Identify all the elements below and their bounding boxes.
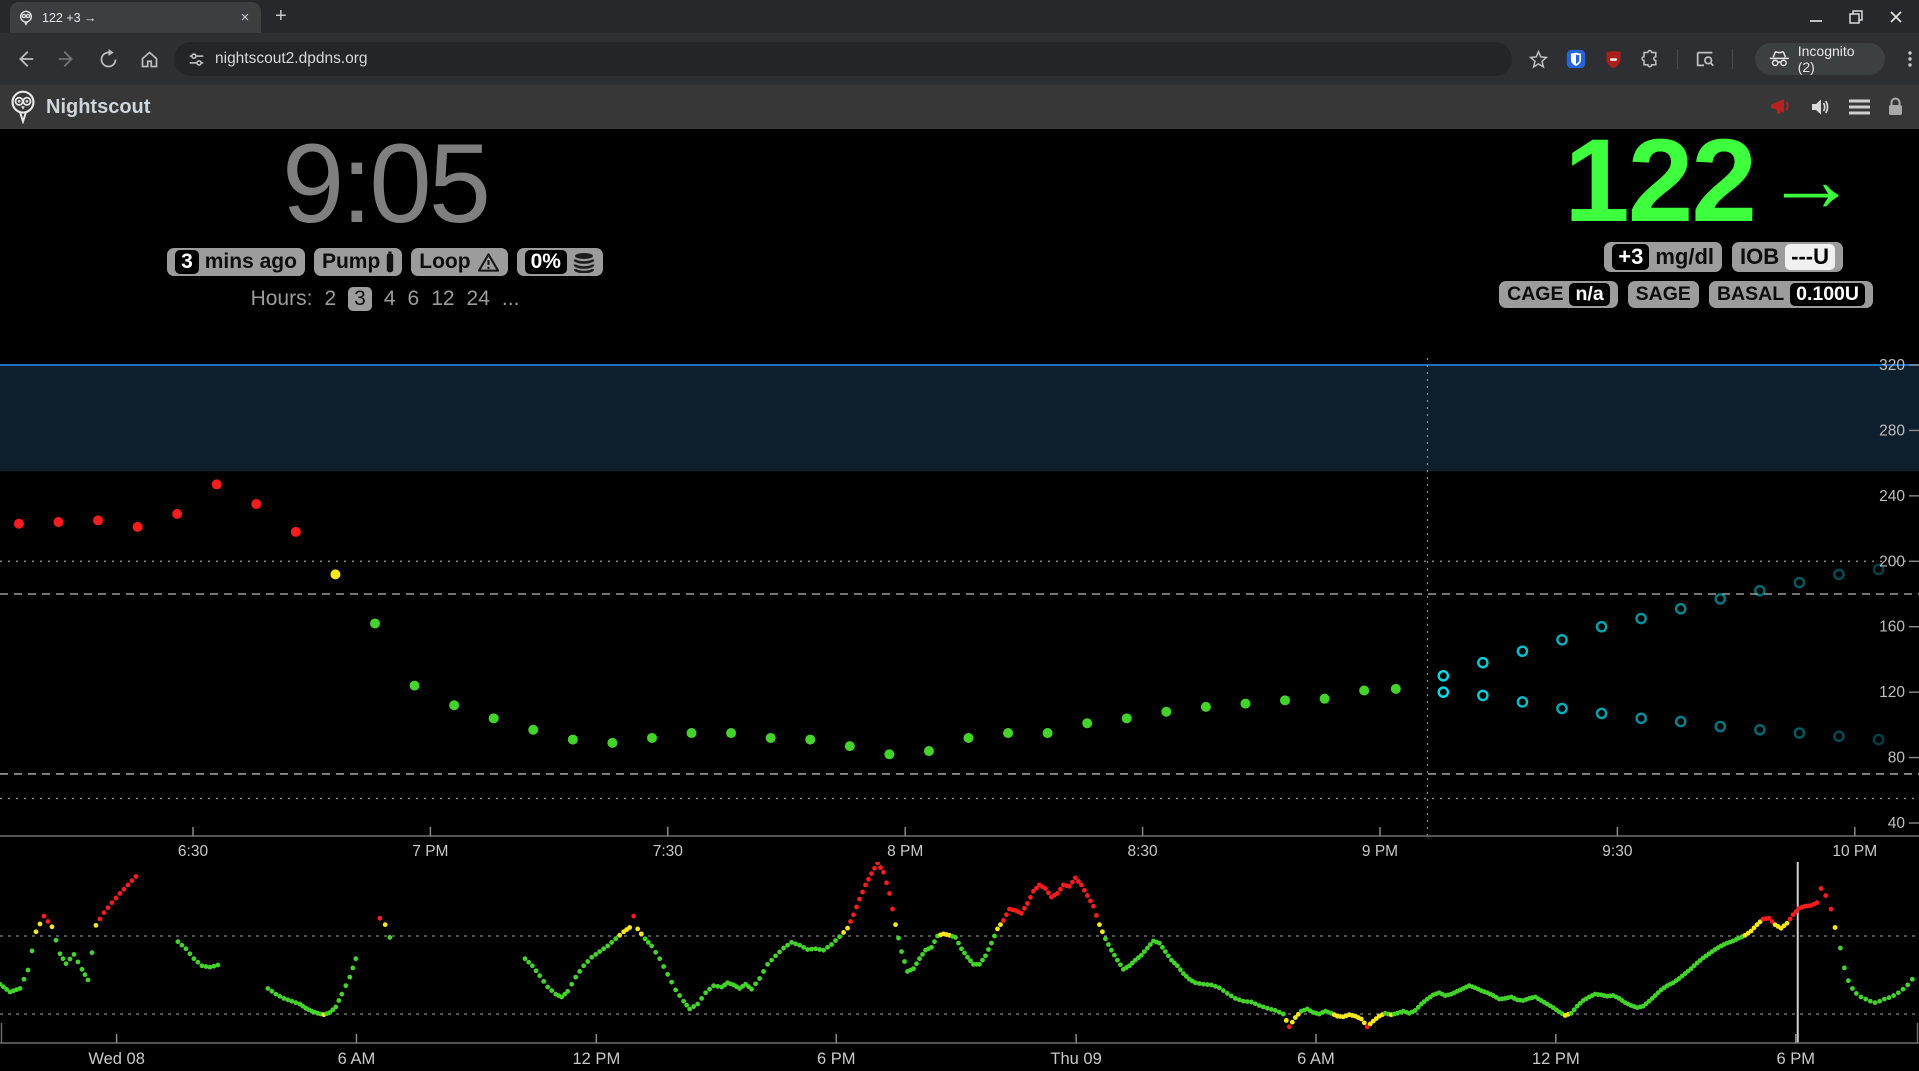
nightscout-logo-icon <box>8 90 38 124</box>
iob-value: ---U <box>1785 244 1835 270</box>
svg-text:160: 160 <box>1879 619 1905 636</box>
new-tab-button[interactable]: + <box>275 5 287 28</box>
window-close-button[interactable] <box>1889 10 1903 24</box>
hours-option-24[interactable]: 24 <box>467 287 490 311</box>
hours-option-12[interactable]: 12 <box>431 287 454 311</box>
incognito-badge[interactable]: Incognito (2) <box>1755 43 1885 75</box>
svg-text:6 AM: 6 AM <box>1297 1050 1335 1068</box>
cage-pill[interactable]: CAGE n/a <box>1499 281 1618 308</box>
announcement-megaphone-icon[interactable] <box>1770 96 1794 118</box>
minutes-ago-label: mins ago <box>205 250 297 274</box>
hours-option-3-active[interactable]: 3 <box>348 287 372 311</box>
pump-status-pill[interactable]: Pump <box>314 248 402 276</box>
current-time: 9:05 <box>175 130 595 238</box>
last-reading-pill[interactable]: 3mins ago <box>167 248 305 276</box>
svg-text:7 PM: 7 PM <box>412 843 448 860</box>
sage-label: SAGE <box>1636 283 1691 306</box>
window-minimize-button[interactable] <box>1809 10 1823 24</box>
basal-label: BASAL <box>1717 283 1784 306</box>
svg-text:8 PM: 8 PM <box>887 843 923 860</box>
glucose-main-chart[interactable]: 6:30 7 PM 7:30 8 PM 8:30 9 PM 9:30 10 PM 320 280 2… <box>0 338 1919 862</box>
browser-window: 122 +3 → × + nightscout2.dpdns.org <box>0 0 1919 1071</box>
bg-value[interactable]: 122 <box>1564 129 1755 233</box>
tab-title: 122 +3 → <box>42 11 229 25</box>
svg-text:40: 40 <box>1888 815 1906 832</box>
iob-pill[interactable]: IOB---U <box>1732 242 1843 272</box>
pump-battery-icon <box>386 251 394 273</box>
page-title: Nightscout <box>46 96 150 119</box>
basal-value: 0.100U <box>1790 283 1865 306</box>
site-settings-icon[interactable] <box>188 51 205 68</box>
back-button[interactable] <box>14 48 36 70</box>
reservoir-stack-icon <box>573 252 595 273</box>
browser-toolbar: nightscout2.dpdns.org Incognito (2) <box>0 33 1919 85</box>
adblock-extension-icon[interactable] <box>1603 49 1624 70</box>
hours-option-6[interactable]: 6 <box>408 287 420 311</box>
cage-value: n/a <box>1569 283 1609 306</box>
sage-pill[interactable]: SAGE <box>1628 281 1699 308</box>
incognito-label: Incognito (2) <box>1798 43 1871 75</box>
bg-trend-arrow: → <box>1765 128 1857 233</box>
loop-warning-icon <box>477 252 500 273</box>
forward-button[interactable] <box>56 48 78 70</box>
bookmark-star-icon[interactable] <box>1528 49 1549 70</box>
basal-pill[interactable]: BASAL 0.100U <box>1709 281 1873 308</box>
svg-text:9 PM: 9 PM <box>1362 843 1398 860</box>
password-manager-extension-icon[interactable] <box>1565 48 1587 70</box>
bg-units: mg/dl <box>1655 244 1714 270</box>
extensions-puzzle-icon[interactable] <box>1640 49 1661 70</box>
home-button[interactable] <box>139 49 160 70</box>
bg-delta-pill[interactable]: +3mg/dl <box>1604 242 1722 272</box>
svg-text:12 PM: 12 PM <box>573 1050 621 1068</box>
svg-text:Wed 08: Wed 08 <box>88 1050 145 1068</box>
url-bar[interactable]: nightscout2.dpdns.org <box>174 42 1512 76</box>
svg-text:80: 80 <box>1888 750 1906 767</box>
cage-label: CAGE <box>1507 283 1563 306</box>
hours-option-4[interactable]: 4 <box>384 287 396 311</box>
svg-text:12 PM: 12 PM <box>1532 1050 1580 1068</box>
browser-tab[interactable]: 122 +3 → × <box>10 2 261 33</box>
svg-text:Thu 09: Thu 09 <box>1050 1050 1101 1068</box>
svg-text:10 PM: 10 PM <box>1832 843 1877 860</box>
svg-text:6 PM: 6 PM <box>1776 1050 1815 1068</box>
lock-icon[interactable] <box>1886 96 1905 118</box>
svg-text:6:30: 6:30 <box>178 843 209 860</box>
hours-selector: Hours: 2 3 4 6 12 24 ... <box>175 287 595 311</box>
reload-button[interactable] <box>98 49 119 70</box>
window-restore-button[interactable] <box>1849 10 1863 24</box>
svg-text:280: 280 <box>1879 422 1905 439</box>
bg-delta-value: +3 <box>1612 244 1649 270</box>
glucose-context-chart[interactable]: Wed 08 6 AM 12 PM 6 PM Thu 09 6 AM 12 PM 6 PM <box>0 862 1919 1071</box>
speaker-icon[interactable] <box>1809 96 1833 118</box>
reservoir-pill[interactable]: 0% <box>517 248 603 276</box>
hours-option-2[interactable]: 2 <box>324 287 336 311</box>
side-panel-search-icon[interactable] <box>1694 48 1716 70</box>
loop-label: Loop <box>419 250 470 274</box>
reservoir-value: 0% <box>525 250 567 274</box>
minutes-ago-value: 3 <box>175 250 199 274</box>
iob-label: IOB <box>1740 244 1779 270</box>
svg-text:240: 240 <box>1879 488 1905 505</box>
toolbar-separator <box>1732 49 1733 69</box>
nightscout-favicon-icon <box>18 10 34 26</box>
browser-menu-kebab-icon[interactable] <box>1901 49 1919 69</box>
url-text: nightscout2.dpdns.org <box>215 50 368 68</box>
svg-text:120: 120 <box>1879 684 1905 701</box>
browser-tab-strip: 122 +3 → × + <box>0 0 1919 33</box>
svg-text:6 PM: 6 PM <box>817 1050 856 1068</box>
tab-close-icon[interactable]: × <box>237 10 253 26</box>
svg-text:9:30: 9:30 <box>1602 843 1633 860</box>
pump-label: Pump <box>322 250 380 274</box>
hours-label: Hours: <box>251 287 313 311</box>
toolbar-separator <box>1677 49 1678 69</box>
current-bg-block: 122 → +3mg/dl IOB---U CAGE n/a SAGE BASAL… <box>1499 128 1873 308</box>
svg-text:8:30: 8:30 <box>1128 843 1159 860</box>
svg-text:320: 320 <box>1879 357 1905 374</box>
menu-hamburger-icon[interactable] <box>1848 97 1871 117</box>
time-status-block: 9:05 3mins ago Pump Loop 0% Hours: 2 3 4… <box>175 130 595 311</box>
svg-text:6 AM: 6 AM <box>338 1050 376 1068</box>
hours-option-more[interactable]: ... <box>502 287 520 311</box>
svg-text:7:30: 7:30 <box>653 843 684 860</box>
loop-status-pill[interactable]: Loop <box>411 248 507 276</box>
